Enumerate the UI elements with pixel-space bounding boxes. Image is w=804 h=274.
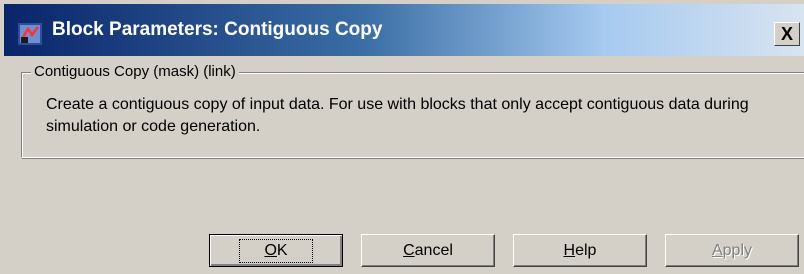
- block-description: Create a contiguous copy of input data. …: [46, 96, 749, 135]
- close-icon: X: [780, 24, 793, 44]
- cancel-button[interactable]: Cancel: [361, 234, 495, 267]
- simulink-block-icon: [18, 23, 42, 45]
- group-legend: Contiguous Copy (mask) (link): [31, 63, 239, 81]
- close-button[interactable]: X: [774, 22, 800, 46]
- help-button[interactable]: Help: [513, 234, 647, 267]
- window-title: Block Parameters: Contiguous Copy: [52, 19, 383, 40]
- apply-button[interactable]: Apply: [665, 234, 799, 267]
- dialog-window: Block Parameters: Contiguous Copy X Cont…: [0, 0, 804, 274]
- ok-focus-rect: OK: [239, 238, 313, 263]
- ok-button[interactable]: OK: [209, 234, 343, 267]
- title-bar[interactable]: Block Parameters: Contiguous Copy X: [4, 4, 804, 56]
